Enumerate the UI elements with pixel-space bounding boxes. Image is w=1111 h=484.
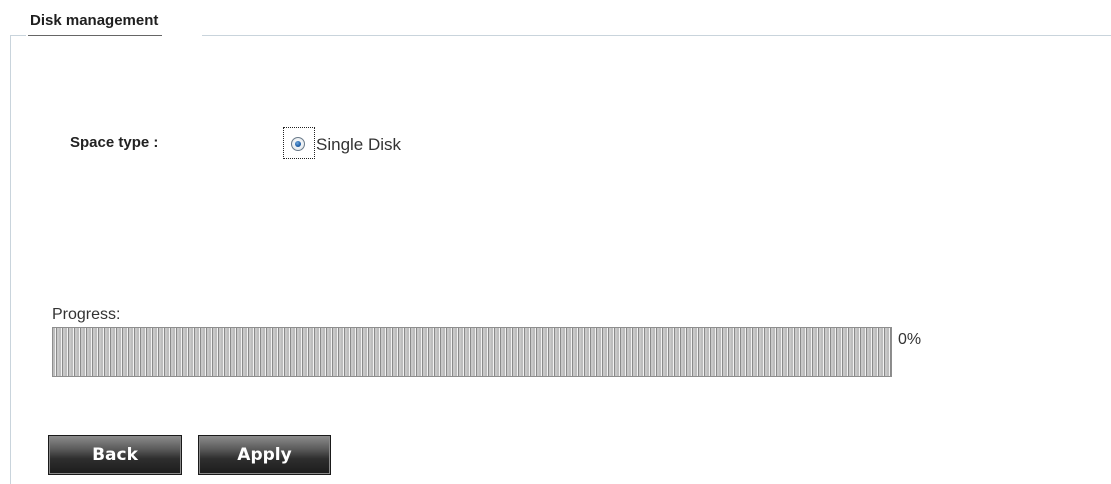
panel-border-left [10, 35, 11, 484]
single-disk-radio[interactable] [291, 137, 305, 151]
panel-border-top-left [10, 35, 26, 36]
disk-management-page: Disk management Space type : Single Disk… [0, 0, 1111, 484]
progress-label: Progress: [52, 306, 121, 323]
single-disk-radio-label[interactable]: Single Disk [316, 135, 401, 155]
panel-border-top-right [202, 35, 1111, 36]
radio-selected-dot [295, 141, 301, 147]
space-type-label: Space type : [70, 134, 159, 151]
apply-button[interactable]: Apply [198, 435, 331, 475]
panel-title: Disk management [28, 9, 163, 36]
back-button[interactable]: Back [48, 435, 182, 475]
progress-percent: 0% [898, 331, 922, 348]
progress-bar [52, 327, 892, 377]
